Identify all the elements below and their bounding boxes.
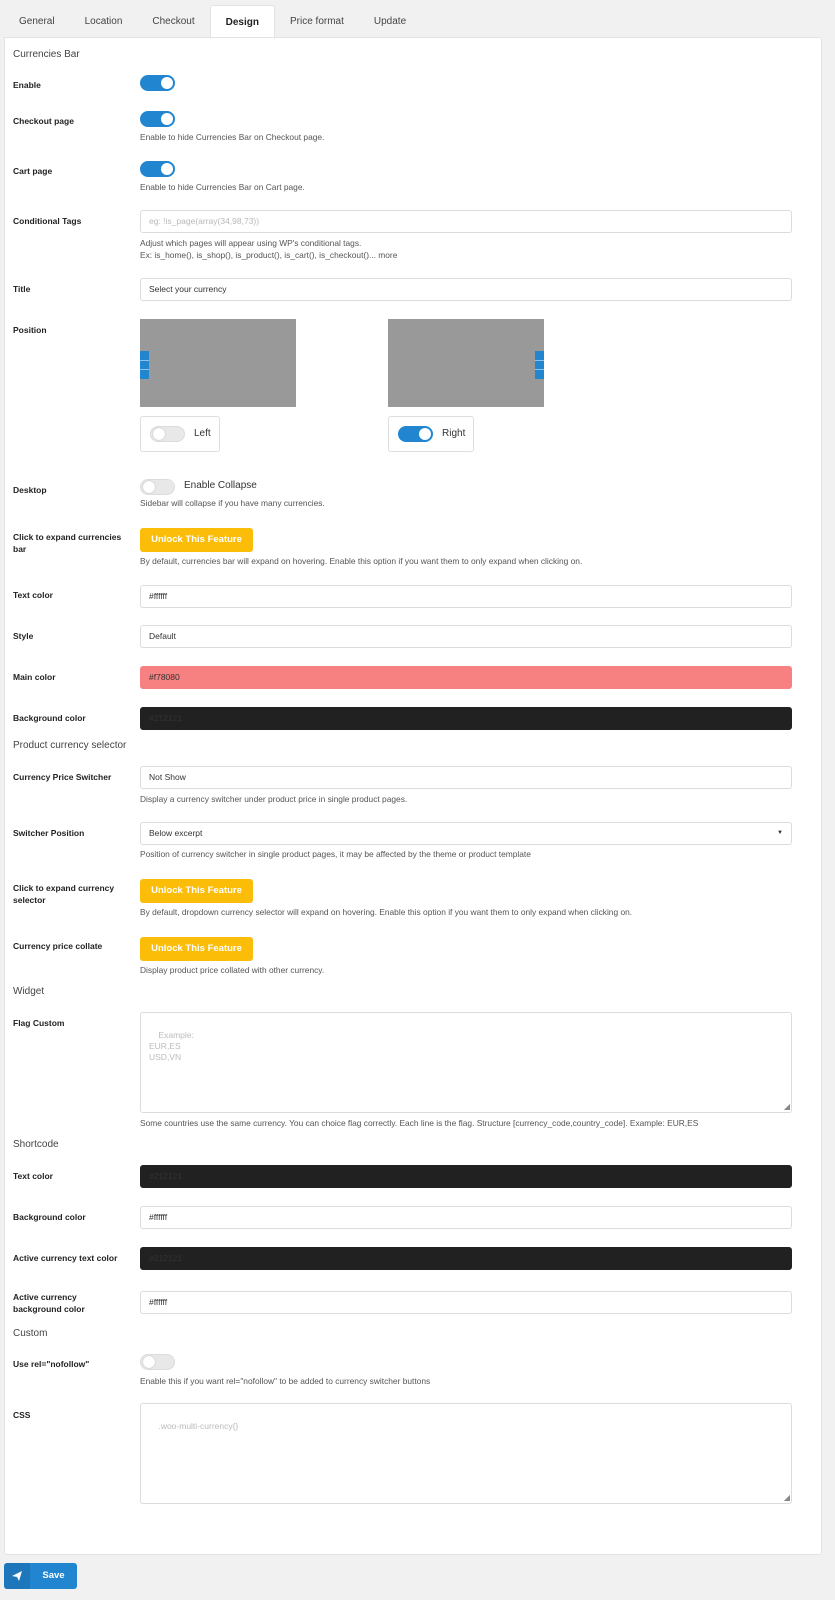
flag-custom-label: Flag Custom — [13, 1018, 65, 1028]
conditional-tags-input[interactable]: eg: !is_page(array(34,98,73)) — [140, 210, 792, 233]
checkout-page-label: Checkout page — [13, 116, 74, 126]
position-right-preview — [388, 319, 544, 407]
toggle-knob — [161, 113, 173, 125]
shortcode-bg-color-input[interactable]: #ffffff — [140, 1206, 792, 1229]
position-right-text: Right — [442, 428, 466, 439]
nofollow-desc: Enable this if you want rel="nofollow" t… — [140, 1376, 431, 1386]
desktop-label: Desktop — [13, 485, 47, 495]
price-switcher-select[interactable]: Not Show — [140, 766, 792, 789]
section-shortcode: Shortcode — [13, 1139, 59, 1150]
section-widget: Widget — [13, 986, 45, 997]
click-expand-selector-desc: By default, dropdown currency selector w… — [140, 907, 633, 917]
click-expand-bar-desc: By default, currencies bar will expand o… — [140, 556, 583, 566]
tab-location[interactable]: Location — [70, 5, 138, 37]
shortcode-text-color-label: Text color — [13, 1171, 53, 1181]
main-color-label: Main color — [13, 672, 56, 682]
conditional-tags-example: Ex: is_home(), is_shop(), is_product(), … — [140, 250, 398, 260]
toggle-knob — [143, 1356, 155, 1368]
position-right-option[interactable]: Right — [388, 416, 474, 452]
position-left-text: Left — [194, 428, 211, 439]
price-collate-desc: Display product price collated with othe… — [140, 965, 325, 975]
dropdown-caret-icon: ▼ — [777, 830, 783, 836]
position-left-option[interactable]: Left — [140, 416, 220, 452]
css-textarea[interactable]: .woo-multi-currency{} ◢ — [140, 1403, 792, 1504]
active-text-color-label: Active currency text color — [13, 1253, 118, 1263]
section-currencies-bar: Currencies Bar — [13, 49, 80, 60]
tab-update[interactable]: Update — [359, 5, 421, 37]
resize-handle-icon[interactable]: ◢ — [784, 1494, 790, 1502]
cart-page-toggle[interactable] — [140, 161, 175, 177]
toggle-knob — [419, 428, 431, 440]
click-expand-selector-label: Click to expand currency selector — [13, 883, 115, 905]
position-left-toggle[interactable] — [150, 426, 185, 442]
tab-general[interactable]: General — [4, 5, 70, 37]
position-right-toggle[interactable] — [398, 426, 433, 442]
background-color-input[interactable]: #212121 — [140, 707, 792, 730]
bar-marker — [535, 351, 544, 379]
price-switcher-desc: Display a currency switcher under produc… — [140, 794, 408, 804]
active-bg-color-label: Active currency background color — [13, 1292, 85, 1314]
resize-handle-icon[interactable]: ◢ — [784, 1103, 790, 1111]
collapse-desc: Sidebar will collapse if you have many c… — [140, 498, 325, 508]
settings-tabs: General Location Checkout Design Price f… — [4, 5, 421, 38]
cart-page-label: Cart page — [13, 166, 53, 176]
flag-custom-desc: Some countries use the same currency. Yo… — [140, 1118, 699, 1128]
unlock-feature-button[interactable]: Unlock This Feature — [140, 879, 253, 903]
flag-custom-placeholder: Example: EUR,ES USD,VN — [149, 1030, 194, 1062]
toggle-knob — [153, 428, 165, 440]
save-button-label: Save — [42, 1570, 65, 1581]
tab-checkout[interactable]: Checkout — [137, 5, 209, 37]
style-select[interactable]: Default — [140, 625, 792, 648]
checkout-page-desc: Enable to hide Currencies Bar on Checkou… — [140, 132, 325, 142]
switcher-position-label: Switcher Position — [13, 828, 85, 838]
section-product-selector: Product currency selector — [13, 740, 127, 751]
enable-toggle[interactable] — [140, 75, 175, 91]
text-color-input[interactable]: #ffffff — [140, 585, 792, 608]
cart-page-desc: Enable to hide Currencies Bar on Cart pa… — [140, 182, 305, 192]
click-expand-bar-label: Click to expand currencies bar — [13, 532, 122, 554]
toggle-knob — [143, 481, 155, 493]
toggle-knob — [161, 163, 173, 175]
checkout-page-toggle[interactable] — [140, 111, 175, 127]
conditional-tags-desc: Adjust which pages will appear using WP'… — [140, 238, 362, 248]
active-bg-color-input[interactable]: #ffffff — [140, 1291, 792, 1314]
title-label: Title — [13, 284, 31, 294]
active-text-color-input[interactable]: #212121 — [140, 1247, 792, 1270]
shortcode-text-color-input[interactable]: #212121 — [140, 1165, 792, 1188]
price-switcher-label: Currency Price Switcher — [13, 772, 112, 782]
save-button[interactable]: Save — [4, 1563, 77, 1589]
switcher-position-select[interactable]: Below excerpt ▼ — [140, 822, 792, 845]
main-color-input[interactable]: #f78080 — [140, 666, 792, 689]
text-color-label: Text color — [13, 590, 53, 600]
position-label: Position — [13, 325, 47, 335]
flag-custom-textarea[interactable]: Example: EUR,ES USD,VN ◢ — [140, 1012, 792, 1113]
design-panel: Currencies Bar Enable Checkout page Enab… — [4, 37, 822, 1555]
background-color-label: Background color — [13, 713, 86, 723]
enable-label: Enable — [13, 80, 41, 90]
nofollow-toggle[interactable] — [140, 1354, 175, 1370]
switcher-position-value: Below excerpt — [149, 828, 203, 838]
tab-price-format[interactable]: Price format — [275, 5, 359, 37]
unlock-feature-button[interactable]: Unlock This Feature — [140, 937, 253, 961]
collapse-toggle[interactable] — [140, 479, 175, 495]
shortcode-bg-color-label: Background color — [13, 1212, 86, 1222]
position-left-preview — [140, 319, 296, 407]
title-input[interactable]: Select your currency — [140, 278, 792, 301]
tab-design[interactable]: Design — [209, 5, 275, 38]
css-placeholder: .woo-multi-currency{} — [158, 1421, 239, 1431]
price-collate-label: Currency price collate — [13, 941, 103, 951]
bar-marker — [140, 351, 149, 379]
toggle-knob — [161, 77, 173, 89]
style-label: Style — [13, 631, 34, 641]
collapse-label: Enable Collapse — [184, 480, 257, 491]
switcher-position-desc: Position of currency switcher in single … — [140, 849, 531, 859]
unlock-feature-button[interactable]: Unlock This Feature — [140, 528, 253, 552]
nofollow-label: Use rel="nofollow" — [13, 1359, 90, 1369]
section-custom: Custom — [13, 1328, 48, 1339]
send-icon — [4, 1563, 30, 1589]
css-label: CSS — [13, 1410, 31, 1420]
conditional-tags-label: Conditional Tags — [13, 216, 82, 226]
